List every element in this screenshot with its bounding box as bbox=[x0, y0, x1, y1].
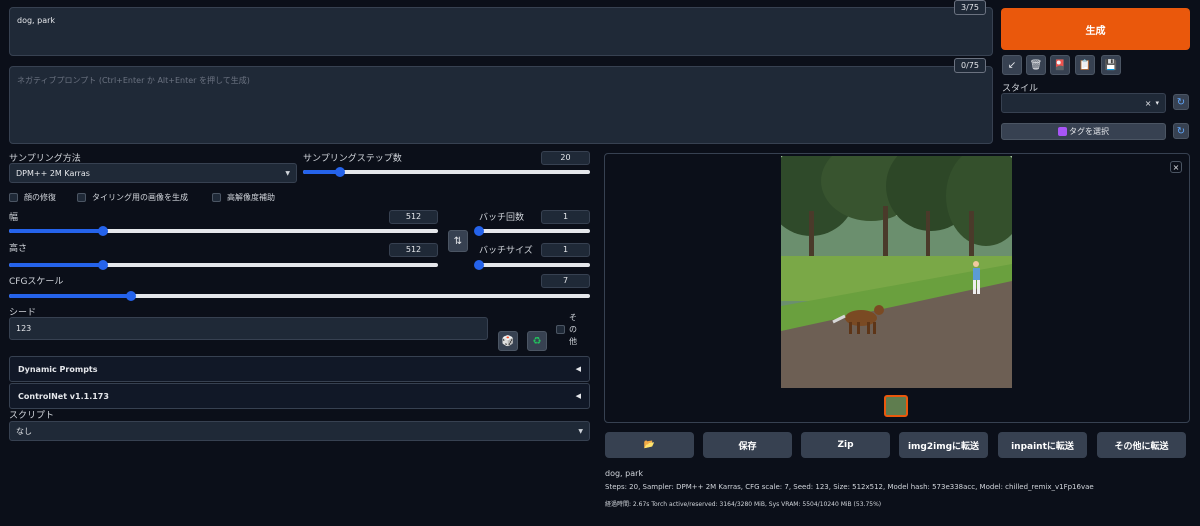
controlnet-accordion[interactable]: ControlNet v1.1.173 ◀ bbox=[9, 383, 590, 409]
red-flag-icon[interactable]: 🎴 bbox=[1050, 55, 1070, 75]
script-value: なし bbox=[16, 426, 32, 436]
zip-button[interactable]: Zip bbox=[801, 432, 890, 458]
thumbnail[interactable] bbox=[884, 395, 908, 417]
dynamic-prompts-accordion[interactable]: Dynamic Prompts ◀ bbox=[9, 356, 590, 382]
width-slider[interactable] bbox=[9, 225, 438, 237]
sampling-method-select[interactable]: DPM++ 2M Karras ▼ bbox=[9, 163, 297, 183]
height-input[interactable]: 512 bbox=[389, 243, 438, 257]
hires-label: 高解像度補助 bbox=[227, 193, 275, 202]
prompt-text: dog, park bbox=[17, 16, 56, 25]
seed-extra-checkbox[interactable] bbox=[556, 325, 565, 334]
chevron-down-icon: ▾ bbox=[1155, 99, 1159, 107]
height-slider[interactable] bbox=[9, 259, 438, 271]
sampling-steps-input[interactable]: 20 bbox=[541, 151, 590, 165]
style-select[interactable]: × ▾ bbox=[1001, 93, 1166, 113]
generate-button[interactable]: 生成 bbox=[1001, 8, 1190, 50]
batch-size-label: バッチサイズ bbox=[479, 246, 533, 256]
sampling-steps-label: サンプリングステップ数 bbox=[303, 154, 402, 164]
style-clear-icon[interactable]: × bbox=[1145, 99, 1152, 108]
folder-icon[interactable]: 📂 bbox=[605, 432, 694, 458]
script-label: スクリプト bbox=[9, 411, 55, 421]
style-refresh-icon[interactable]: ↻ bbox=[1173, 94, 1189, 110]
negative-prompt-token-counter: 0/75 bbox=[954, 58, 986, 73]
cfg-scale-slider[interactable] bbox=[9, 290, 590, 302]
width-input[interactable]: 512 bbox=[389, 210, 438, 224]
tag-icon bbox=[1058, 127, 1067, 136]
send-to-img2img-button[interactable]: img2imgに転送 bbox=[899, 432, 988, 458]
dynamic-prompts-label: Dynamic Prompts bbox=[18, 364, 98, 374]
batch-size-slider[interactable] bbox=[474, 259, 590, 271]
batch-count-slider[interactable] bbox=[474, 225, 590, 237]
tag-select-button[interactable]: タグを選択 bbox=[1001, 123, 1166, 140]
sampling-steps-slider[interactable] bbox=[303, 166, 590, 178]
output-info-prompt: dog, park bbox=[605, 469, 644, 478]
send-to-other-button[interactable]: その他に転送 bbox=[1097, 432, 1186, 458]
negative-prompt-textarea[interactable]: ネガティブプロンプト (Ctrl+Enter か Alt+Enter を押して生… bbox=[9, 66, 993, 144]
width-label: 幅 bbox=[9, 213, 19, 223]
seed-extra-label: その他 bbox=[569, 313, 577, 346]
negative-prompt-placeholder: ネガティブプロンプト (Ctrl+Enter か Alt+Enter を押して生… bbox=[17, 76, 250, 85]
script-select[interactable]: なし ▼ bbox=[9, 421, 590, 441]
controlnet-label: ControlNet v1.1.173 bbox=[18, 391, 109, 401]
chevron-down-icon: ▼ bbox=[285, 169, 290, 177]
output-info-time: 経過時間: 2.67s Torch active/reserved: 3164/… bbox=[605, 501, 882, 508]
tag-refresh-icon[interactable]: ↻ bbox=[1173, 123, 1189, 139]
save-icon[interactable]: 💾 bbox=[1101, 55, 1121, 75]
clipboard-icon[interactable]: 📋 bbox=[1075, 55, 1095, 75]
tiling-label: タイリング用の画像を生成 bbox=[92, 193, 188, 202]
prompt-token-counter: 3/75 bbox=[954, 0, 986, 15]
tag-select-label: タグを選択 bbox=[1069, 127, 1109, 136]
swap-dimensions-button[interactable]: ⇅ bbox=[448, 230, 468, 252]
face-fix-checkbox[interactable]: 顔の修復 bbox=[9, 192, 56, 203]
output-gallery: × bbox=[604, 153, 1190, 423]
output-info-params: Steps: 20, Sampler: DPM++ 2M Karras, CFG… bbox=[605, 483, 1094, 491]
dice-icon[interactable]: 🎲 bbox=[498, 331, 518, 351]
cfg-scale-label: CFGスケール bbox=[9, 277, 64, 287]
triangle-left-icon: ◀ bbox=[575, 365, 581, 373]
generated-image[interactable] bbox=[781, 156, 1012, 388]
trash-icon[interactable]: 🗑 bbox=[1026, 55, 1046, 75]
sampling-method-value: DPM++ 2M Karras bbox=[16, 168, 90, 178]
face-fix-label: 顔の修復 bbox=[24, 193, 56, 202]
seed-input[interactable]: 123 bbox=[9, 317, 488, 340]
triangle-left-icon: ◀ bbox=[575, 392, 581, 400]
seed-value: 123 bbox=[16, 324, 32, 333]
tiling-checkbox[interactable]: タイリング用の画像を生成 bbox=[77, 192, 188, 203]
arrow-down-left-icon[interactable]: ↙ bbox=[1002, 55, 1022, 75]
hires-checkbox[interactable]: 高解像度補助 bbox=[212, 192, 275, 203]
send-to-inpaint-button[interactable]: inpaintに転送 bbox=[998, 432, 1087, 458]
batch-size-input[interactable]: 1 bbox=[541, 243, 590, 257]
height-label: 高さ bbox=[9, 244, 28, 254]
save-image-button[interactable]: 保存 bbox=[703, 432, 792, 458]
cfg-scale-input[interactable]: 7 bbox=[541, 274, 590, 288]
close-icon[interactable]: × bbox=[1170, 161, 1182, 173]
prompt-textarea[interactable]: dog, park bbox=[9, 7, 993, 56]
recycle-icon[interactable]: ♻ bbox=[527, 331, 547, 351]
batch-count-label: バッチ回数 bbox=[479, 213, 525, 223]
chevron-down-icon: ▼ bbox=[578, 427, 583, 435]
batch-count-input[interactable]: 1 bbox=[541, 210, 590, 224]
